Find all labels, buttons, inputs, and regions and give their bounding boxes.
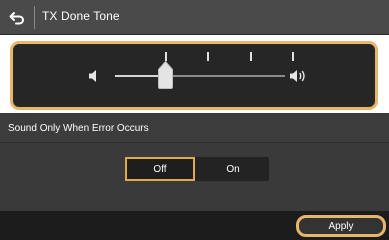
- back-arrow-icon: [9, 12, 24, 25]
- volume-tick: [207, 52, 209, 61]
- speaker-low-icon[interactable]: [88, 68, 102, 84]
- back-button[interactable]: [6, 7, 28, 29]
- volume-slider-area: [14, 45, 374, 106]
- volume-tick: [292, 52, 294, 61]
- error-option-section: Sound Only When Error Occurs Off On: [0, 113, 389, 211]
- apply-button[interactable]: Apply: [296, 215, 386, 237]
- volume-knob[interactable]: [158, 61, 173, 89]
- speaker-high-icon[interactable]: [289, 68, 309, 84]
- volume-tick: [249, 52, 252, 61]
- volume-track[interactable]: [115, 75, 285, 77]
- volume-tick: [164, 52, 167, 61]
- off-button[interactable]: Off: [125, 157, 195, 181]
- off-on-toggle: Off On: [125, 157, 269, 181]
- volume-slider-panel: [10, 41, 378, 110]
- on-button[interactable]: On: [197, 157, 269, 181]
- tx-done-tone-screen: TX Done Tone Sound Only When Error Occur…: [0, 0, 389, 240]
- header-divider: [34, 6, 35, 29]
- volume-track-fill: [115, 75, 158, 77]
- footer-bar: Apply: [0, 211, 389, 240]
- header-bar: TX Done Tone: [0, 0, 389, 35]
- page-title: TX Done Tone: [42, 9, 120, 23]
- error-option-label-row: Sound Only When Error Occurs: [0, 113, 389, 143]
- error-option-label: Sound Only When Error Occurs: [8, 123, 149, 134]
